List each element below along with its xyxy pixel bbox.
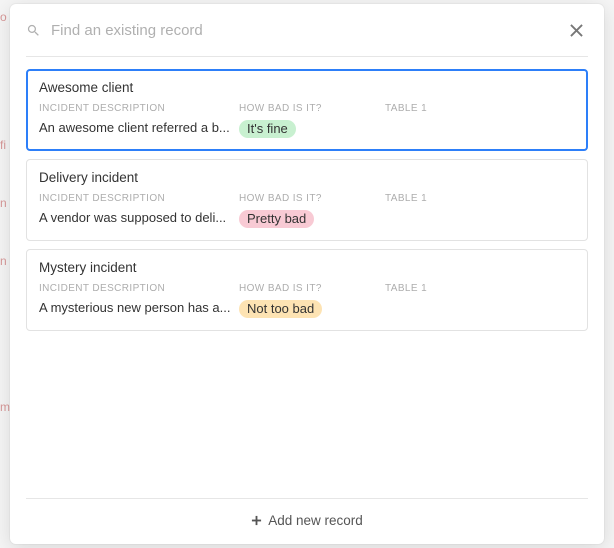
severity-pill: It's fine [239,120,296,138]
severity-pill: Not too bad [239,300,322,318]
severity-pill: Pretty bad [239,210,314,228]
close-button[interactable] [564,18,588,42]
add-new-record-label: Add new record [268,513,363,528]
col-label-description: INCIDENT DESCRIPTION [39,103,231,114]
bg-hint: m [0,400,10,414]
close-icon [570,24,583,37]
record-card[interactable]: Awesome client INCIDENT DESCRIPTION An a… [26,69,588,151]
search-input[interactable] [49,21,564,40]
bg-hint: n [0,254,7,268]
record-card[interactable]: Mystery incident INCIDENT DESCRIPTION A … [26,249,588,331]
col-label-table: TABLE 1 [385,283,575,294]
record-card[interactable]: Delivery incident INCIDENT DESCRIPTION A… [26,159,588,241]
col-label-description: INCIDENT DESCRIPTION [39,283,231,294]
bg-hint: n [0,196,7,210]
bg-hint: fi [0,138,6,152]
record-description: An awesome client referred a b... [39,120,231,135]
record-title: Mystery incident [39,260,575,275]
plus-icon [251,515,262,526]
record-description: A vendor was supposed to deli... [39,210,231,225]
record-title: Awesome client [39,80,575,95]
col-label-severity: HOW BAD IS IT? [239,193,377,204]
add-new-record-button[interactable]: Add new record [10,499,604,544]
col-label-table: TABLE 1 [385,193,575,204]
search-icon [26,23,41,38]
col-label-severity: HOW BAD IS IT? [239,103,377,114]
record-description: A mysterious new person has a... [39,300,231,315]
col-label-severity: HOW BAD IS IT? [239,283,377,294]
results-list: Awesome client INCIDENT DESCRIPTION An a… [10,57,604,498]
bg-hint: o [0,10,7,24]
search-row [10,4,604,52]
record-title: Delivery incident [39,170,575,185]
col-label-table: TABLE 1 [385,103,575,114]
record-picker-modal: Awesome client INCIDENT DESCRIPTION An a… [10,4,604,544]
col-label-description: INCIDENT DESCRIPTION [39,193,231,204]
